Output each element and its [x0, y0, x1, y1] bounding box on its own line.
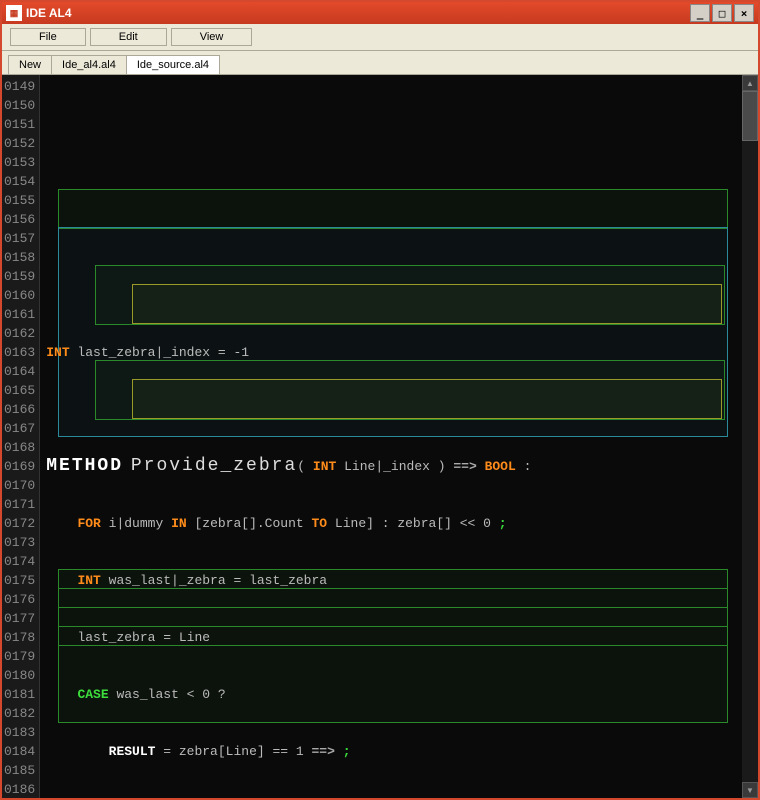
line-number: 0158 — [4, 248, 35, 267]
code-text: CASE — [77, 687, 108, 702]
code-text: Provide_zebra — [131, 456, 297, 476]
code-area[interactable]: INT last_zebra|_index = -1 METHOD Provid… — [40, 75, 742, 798]
scroll-up-button[interactable]: ▲ — [742, 75, 758, 91]
line-number: 0160 — [4, 286, 35, 305]
line-number: 0151 — [4, 115, 35, 134]
close-button[interactable]: × — [734, 4, 754, 22]
code-text: METHOD — [46, 456, 123, 476]
code-text: ; — [335, 744, 351, 759]
code-text: was_last|_zebra = last_zebra — [101, 573, 327, 588]
scroll-track[interactable] — [742, 91, 758, 782]
menu-file[interactable]: File — [10, 28, 86, 46]
window-title: IDE AL4 — [26, 6, 690, 20]
menu-edit[interactable]: Edit — [90, 28, 167, 46]
minimize-button[interactable]: _ — [690, 4, 710, 22]
line-number: 0156 — [4, 210, 35, 229]
line-number: 0164 — [4, 362, 35, 381]
line-number: 0168 — [4, 438, 35, 457]
line-number: 0185 — [4, 761, 35, 780]
line-number: 0186 — [4, 780, 35, 798]
line-number: 0182 — [4, 704, 35, 723]
line-number: 0180 — [4, 666, 35, 685]
code-text: [zebra[].Count — [187, 516, 312, 531]
code-text: ( — [297, 459, 305, 474]
code-text: Line|_index ) — [336, 459, 453, 474]
line-number: 0150 — [4, 96, 35, 115]
code-text: last_zebra = Line — [77, 630, 210, 645]
code-text: INT — [313, 459, 336, 474]
line-number: 0161 — [4, 305, 35, 324]
line-number: 0152 — [4, 134, 35, 153]
code-text: was_last < 0 ? — [109, 687, 226, 702]
window-buttons: _ □ × — [690, 4, 754, 22]
code-text: RESULT — [109, 744, 156, 759]
scroll-thumb[interactable] — [742, 91, 758, 141]
line-number: 0171 — [4, 495, 35, 514]
line-number: 0184 — [4, 742, 35, 761]
tab-ide-al4[interactable]: Ide_al4.al4 — [51, 55, 127, 74]
code-text: : — [516, 459, 532, 474]
code-text: IN — [171, 516, 187, 531]
line-number: 0177 — [4, 609, 35, 628]
menubar: File Edit View — [2, 24, 758, 51]
tab-new[interactable]: New — [8, 55, 52, 74]
line-number: 0173 — [4, 533, 35, 552]
tabbar: New Ide_al4.al4 Ide_source.al4 — [2, 51, 758, 75]
line-number: 0176 — [4, 590, 35, 609]
vertical-scrollbar[interactable]: ▲ ▼ — [742, 75, 758, 798]
line-number: 0166 — [4, 400, 35, 419]
line-number: 0159 — [4, 267, 35, 286]
code-text: INT — [46, 345, 69, 360]
code-text: BOOL — [485, 459, 516, 474]
line-number: 0153 — [4, 153, 35, 172]
line-gutter: 0149015001510152015301540155015601570158… — [2, 75, 40, 798]
line-number: 0155 — [4, 191, 35, 210]
code-text: ==> — [453, 459, 476, 474]
editor: 0149015001510152015301540155015601570158… — [2, 75, 758, 798]
code-text: Line] : zebra[] << 0 — [327, 516, 499, 531]
line-number: 0149 — [4, 77, 35, 96]
app-window: ▦ IDE AL4 _ □ × File Edit View New Ide_a… — [0, 0, 760, 800]
line-number: 0163 — [4, 343, 35, 362]
line-number: 0178 — [4, 628, 35, 647]
tab-ide-source[interactable]: Ide_source.al4 — [126, 55, 220, 74]
code-text: ; — [499, 516, 507, 531]
line-number: 0162 — [4, 324, 35, 343]
line-number: 0169 — [4, 457, 35, 476]
line-number: 0157 — [4, 229, 35, 248]
code-text: = zebra[Line] == 1 — [155, 744, 311, 759]
code-text: ==> — [311, 744, 334, 759]
line-number: 0174 — [4, 552, 35, 571]
menu-view[interactable]: View — [171, 28, 253, 46]
app-icon: ▦ — [6, 5, 22, 21]
code-text: TO — [312, 516, 328, 531]
line-number: 0175 — [4, 571, 35, 590]
scroll-down-button[interactable]: ▼ — [742, 782, 758, 798]
maximize-button[interactable]: □ — [712, 4, 732, 22]
line-number: 0181 — [4, 685, 35, 704]
code-text: INT — [77, 573, 100, 588]
line-number: 0172 — [4, 514, 35, 533]
code-text: FOR — [77, 516, 100, 531]
line-number: 0154 — [4, 172, 35, 191]
line-number: 0167 — [4, 419, 35, 438]
line-number: 0170 — [4, 476, 35, 495]
line-number: 0165 — [4, 381, 35, 400]
code-text: i|dummy — [101, 516, 171, 531]
titlebar: ▦ IDE AL4 _ □ × — [2, 2, 758, 24]
line-number: 0183 — [4, 723, 35, 742]
line-number: 0179 — [4, 647, 35, 666]
